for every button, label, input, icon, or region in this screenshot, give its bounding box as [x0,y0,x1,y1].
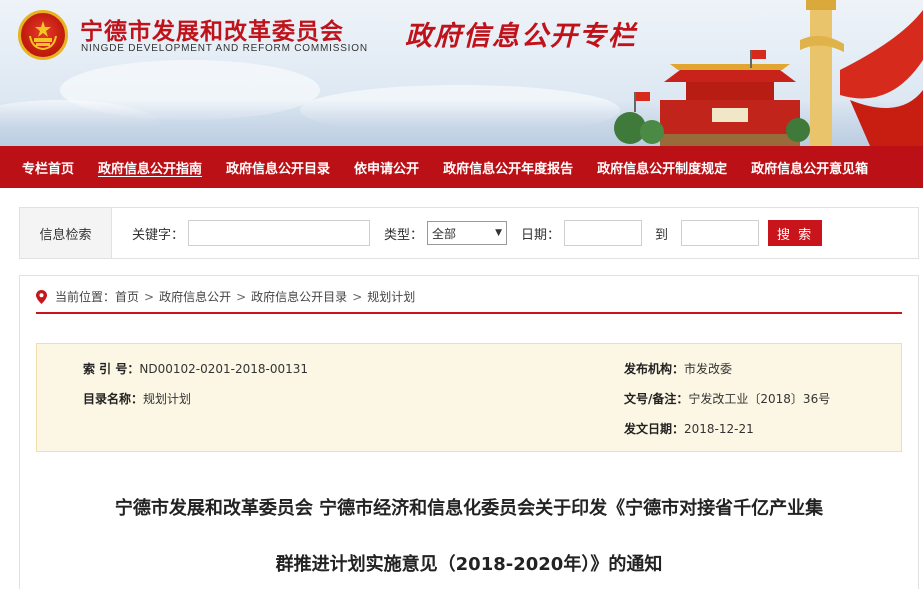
document-title-line1: 宁德市发展和改革委员会 宁德市经济和信息化委员会关于印发《宁德市对接省千亿产业集 [114,498,824,519]
meta-category-value: 规划计划 [143,392,192,406]
meta-publisher-label: 发布机构： [624,362,685,376]
meta-category-label: 目录名称： [83,392,144,406]
location-pin-icon [36,289,47,304]
document-title: 宁德市发展和改革委员会 宁德市经济和信息化委员会关于印发《宁德市对接省千亿产业集… [20,481,918,589]
meta-docno-value: 宁发改工业〔2018〕36号 [688,392,831,406]
org-name-en: NINGDE DEVELOPMENT AND REFORM COMMISSION [81,43,368,54]
meta-docno-row: 文号/备注：宁发改工业〔2018〕36号 [624,390,830,407]
breadcrumb-separator: > [144,289,155,304]
search-button[interactable]: 搜 索 [768,220,823,246]
meta-date-label: 发文日期： [624,422,685,436]
meta-date-value: 2018-12-21 [684,422,754,436]
keyword-label: 关键字： [132,227,185,243]
type-select-value: 全部 [432,226,457,241]
header-banner: 宁德市发展和改革委员会 NINGDE DEVELOPMENT AND REFOR… [0,0,923,146]
tiananmen-illustration [614,0,923,146]
nav-item-home[interactable]: 专栏首页 [22,158,74,177]
keyword-input[interactable] [188,220,371,246]
date-from-input[interactable] [564,220,643,246]
breadcrumb-divider [36,312,902,314]
nav-item-guide[interactable]: 政府信息公开指南 [98,158,202,177]
document-meta-box: 索 引 号：ND00102-0201-2018-00131 目录名称：规划计划 … [36,343,902,452]
breadcrumb-info-public[interactable]: 政府信息公开 [159,288,231,305]
date-label: 日期： [521,227,561,243]
meta-publisher-row: 发布机构：市发改委 [624,360,732,377]
nav-item-annual-report[interactable]: 政府信息公开年度报告 [443,158,573,177]
breadcrumb-home[interactable]: 首页 [115,288,139,305]
info-search-panel: 信息检索 关键字： 类型： 全部 ▼ 日期： 到 搜 索 [19,207,919,259]
meta-date-row: 发文日期：2018-12-21 [624,420,754,437]
breadcrumb-current[interactable]: 规划计划 [367,288,415,305]
meta-category-row: 目录名称：规划计划 [83,390,191,407]
date-to-input[interactable] [681,220,760,246]
breadcrumb-separator: > [236,289,247,304]
meta-docno-label: 文号/备注： [624,392,689,406]
breadcrumb-separator: > [352,289,363,304]
breadcrumb-prefix: 当前位置： [55,290,116,304]
nav-item-feedback[interactable]: 政府信息公开意见箱 [751,158,868,177]
type-select[interactable]: 全部 ▼ [427,221,508,245]
chevron-down-icon: ▼ [495,228,503,238]
national-emblem-icon [18,10,68,60]
nav-item-catalog[interactable]: 政府信息公开目录 [226,158,330,177]
main-nav: 专栏首页 政府信息公开指南 政府信息公开目录 依申请公开 政府信息公开年度报告 … [0,146,923,188]
meta-index-row: 索 引 号：ND00102-0201-2018-00131 [83,360,308,377]
nav-item-regulations[interactable]: 政府信息公开制度规定 [597,158,727,177]
breadcrumb-catalog[interactable]: 政府信息公开目录 [251,288,347,305]
nav-item-apply[interactable]: 依申请公开 [354,158,419,177]
date-to-label: 到 [655,227,669,243]
content-panel: 当前位置： 首页 > 政府信息公开 > 政府信息公开目录 > 规划计划 索 引 … [19,275,919,589]
meta-index-label: 索 引 号： [83,362,140,376]
meta-publisher-value: 市发改委 [684,362,733,376]
meta-index-value: ND00102-0201-2018-00131 [139,362,308,376]
breadcrumb: 当前位置： 首页 > 政府信息公开 > 政府信息公开目录 > 规划计划 [36,288,415,305]
document-title-line2: 群推进计划实施意见（2018-2020年）》的通知 [275,554,663,575]
search-section-label: 信息检索 [20,208,112,258]
type-label: 类型： [384,227,424,243]
org-name-cn: 宁德市发展和改革委员会 [80,19,344,45]
